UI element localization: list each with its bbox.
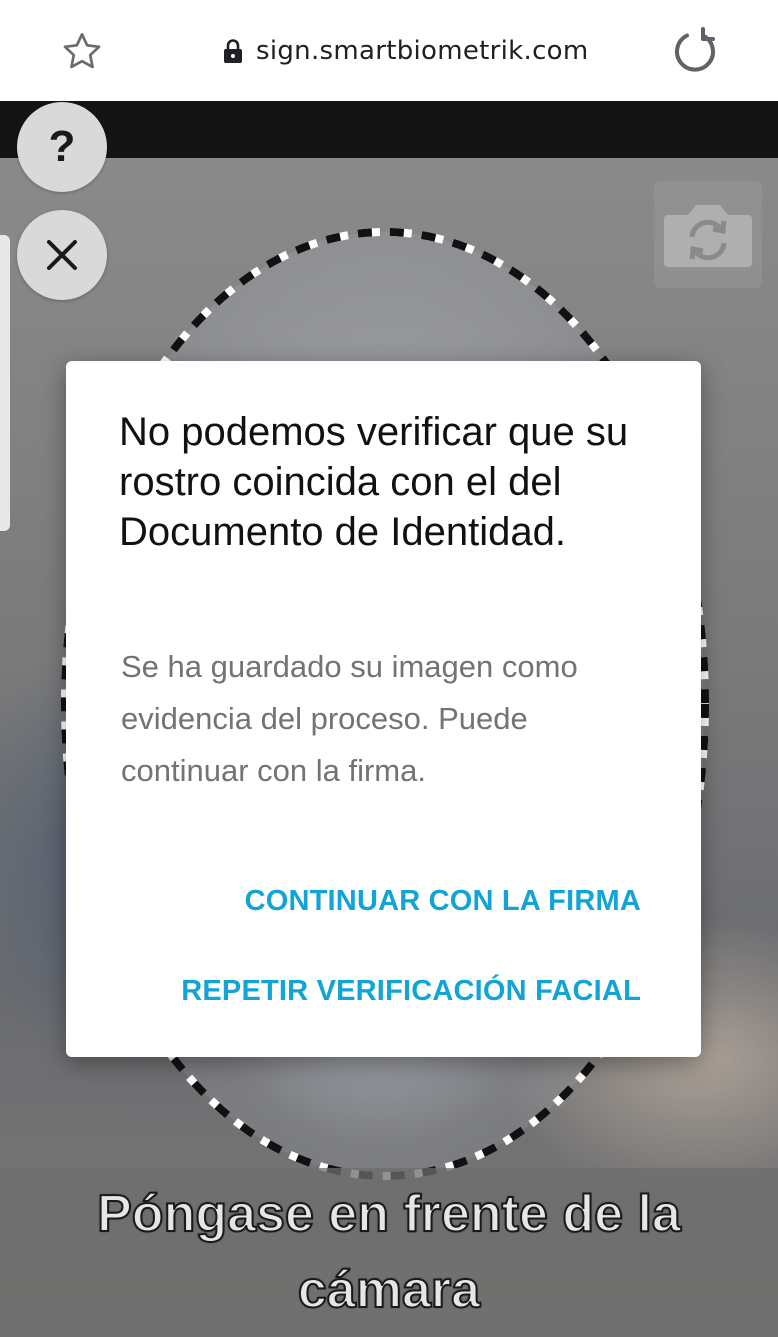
camera-instruction: Póngase en frente de la cámara: [96, 1184, 682, 1320]
browser-toolbar: sign.smartbiometrik.com: [0, 0, 778, 101]
side-drawer-handle[interactable]: [0, 235, 10, 531]
help-button[interactable]: ?: [17, 102, 107, 192]
continue-signing-button[interactable]: CONTINUAR CON LA FIRMA: [245, 885, 641, 918]
star-icon[interactable]: [59, 29, 105, 75]
camera-switch-button[interactable]: [654, 181, 762, 288]
repeat-face-verification-button[interactable]: REPETIR VERIFICACIÓN FACIAL: [181, 975, 641, 1008]
reload-icon[interactable]: [670, 26, 720, 76]
camera-switch-icon: [664, 205, 752, 267]
close-icon: [47, 240, 77, 270]
verification-dialog: No podemos verificar que su rostro coinc…: [66, 361, 701, 1057]
address-bar[interactable]: sign.smartbiometrik.com: [222, 30, 589, 72]
url-text: sign.smartbiometrik.com: [256, 36, 589, 66]
close-button[interactable]: [17, 210, 107, 300]
lock-icon: [224, 39, 242, 63]
dialog-message: Se ha guardado su imagen como evidencia …: [121, 649, 578, 788]
app-header-strip: [0, 101, 778, 158]
help-icon: ?: [48, 122, 76, 171]
dialog-title: No podemos verificar que su rostro coinc…: [119, 410, 629, 554]
